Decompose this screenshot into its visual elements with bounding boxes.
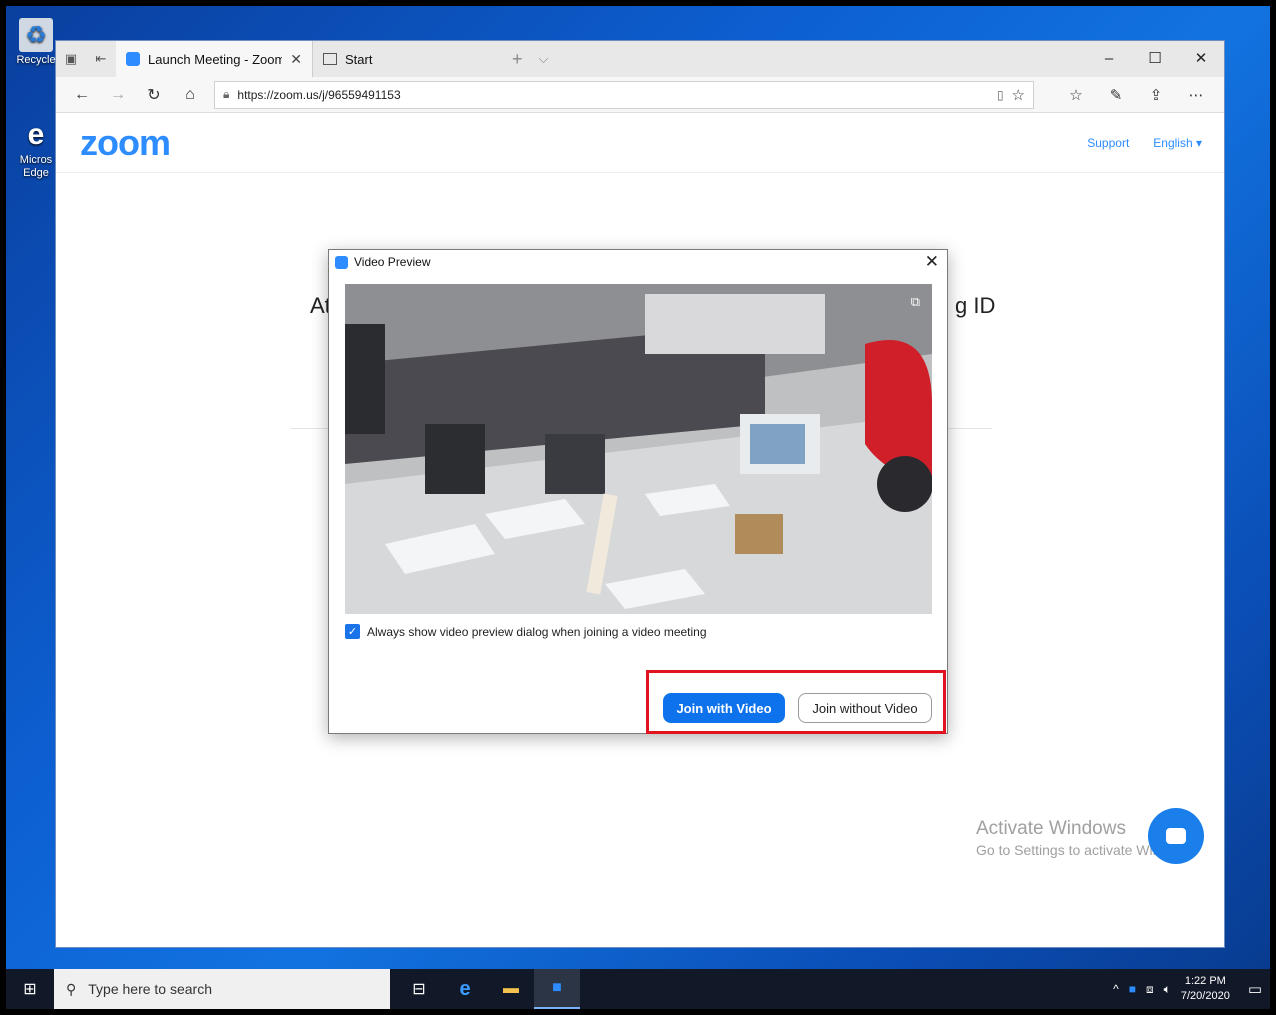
dialog-titlebar: Video Preview ✕ — [329, 250, 947, 274]
language-dropdown[interactable]: English ▾ — [1153, 136, 1202, 150]
network-icon[interactable]: ⧈ — [1146, 982, 1154, 997]
taskbar-search-box[interactable]: ⚲ Type here to search — [54, 969, 390, 1009]
back-button[interactable]: ← — [64, 86, 100, 104]
switch-camera-icon[interactable]: ⧉ — [911, 294, 920, 310]
video-preview-dialog: Video Preview ✕ ⧉ ✓ Always show video pr… — [328, 249, 948, 734]
pen-icon[interactable]: ✎ — [1098, 86, 1134, 104]
tab-launch-meeting[interactable]: Launch Meeting - Zoom ✕ — [116, 41, 312, 77]
zoom-tray-icon[interactable]: ■ — [1129, 982, 1136, 996]
favorites-icon[interactable]: ☆ — [1058, 86, 1094, 104]
new-tab-button[interactable]: + — [504, 49, 531, 70]
dialog-title: Video Preview — [354, 255, 431, 269]
reading-view-icon[interactable]: ▯ — [997, 88, 1004, 102]
camera-preview: ⧉ — [345, 284, 932, 614]
system-tray: ^ ■ ⧈ 🔈︎ 1:22 PM 7/20/2020 ▭ — [1113, 969, 1270, 1009]
set-aside-tabs-icon[interactable]: ⇤ — [86, 51, 116, 67]
notification-icon[interactable]: ▭ — [1248, 980, 1262, 998]
taskbar-apps: ⊟ e ▬ ■ — [396, 969, 580, 1009]
edge-icon: e — [27, 118, 45, 151]
volume-icon[interactable]: 🔈︎ — [1164, 982, 1171, 997]
edge-taskbar-icon[interactable]: e — [442, 969, 488, 1009]
home-button[interactable]: ⌂ — [172, 86, 208, 104]
checkbox-label: Always show video preview dialog when jo… — [367, 624, 707, 639]
share-icon[interactable]: ⇪ — [1138, 86, 1174, 104]
chat-icon — [1166, 828, 1186, 844]
address-bar-row: ← → ↻ ⌂ 🔒︎ https://zoom.us/j/96559491153… — [56, 77, 1224, 113]
address-input[interactable]: 🔒︎ https://zoom.us/j/96559491153 ▯ ☆ — [214, 80, 1034, 109]
tray-chevron-up-icon[interactable]: ^ — [1113, 982, 1119, 996]
camera-preview-image — [345, 284, 932, 614]
lock-icon: 🔒︎ — [223, 87, 230, 101]
forward-button[interactable]: → — [100, 86, 136, 104]
search-placeholder: Type here to search — [88, 981, 213, 997]
desktop-icon-label: Recycle — [16, 54, 56, 66]
zoom-app-icon — [335, 255, 348, 269]
dialog-close-icon[interactable]: ✕ — [925, 252, 939, 272]
zoom-header: zoom Support English ▾ — [56, 113, 1224, 173]
close-tab-icon[interactable]: ✕ — [290, 51, 302, 68]
close-window-button[interactable]: ✕ — [1178, 41, 1224, 77]
tab-start[interactable]: Start — [312, 41, 504, 77]
url-text: https://zoom.us/j/96559491153 — [237, 87, 401, 102]
always-show-preview-checkbox[interactable]: ✓ — [345, 624, 360, 639]
chat-help-button[interactable] — [1148, 808, 1204, 864]
tab-preview-icon[interactable]: ▣ — [56, 51, 86, 67]
more-icon[interactable]: ⋯ — [1178, 86, 1214, 104]
window-controls: – ☐ ✕ — [1086, 41, 1224, 77]
minimize-button[interactable]: – — [1086, 41, 1132, 77]
tab-list-chevron-icon[interactable]: ⌵ — [531, 51, 557, 67]
annotation-highlight-box — [646, 670, 946, 734]
taskbar: ⊞ ⚲ Type here to search ⊟ e ▬ ■ ^ ■ ⧈ 🔈︎… — [6, 969, 1270, 1009]
desktop-icon-label: Micros Edge — [19, 154, 53, 179]
zoom-logo[interactable]: zoom — [80, 122, 171, 164]
always-show-preview-row: ✓ Always show video preview dialog when … — [345, 624, 707, 639]
start-favicon-icon — [323, 53, 337, 65]
support-link[interactable]: Support — [1087, 136, 1129, 150]
page-text-right: g ID — [955, 293, 996, 318]
recycle-bin-icon: ♻ — [19, 18, 53, 52]
zoom-taskbar-icon[interactable]: ■ — [534, 969, 580, 1009]
tab-bar: ▣ ⇤ Launch Meeting - Zoom ✕ Start + ⌵ – … — [56, 41, 1224, 77]
tab-title: Start — [345, 51, 373, 67]
task-view-icon[interactable]: ⊟ — [396, 969, 442, 1009]
maximize-button[interactable]: ☐ — [1132, 41, 1178, 77]
tab-title: Launch Meeting - Zoom — [148, 51, 283, 67]
clock[interactable]: 1:22 PM 7/20/2020 — [1181, 974, 1230, 1004]
start-button[interactable]: ⊞ — [6, 969, 54, 1009]
file-explorer-icon[interactable]: ▬ — [488, 969, 534, 1009]
refresh-button[interactable]: ↻ — [136, 85, 172, 105]
clock-date: 7/20/2020 — [1180, 990, 1230, 1002]
clock-time: 1:22 PM — [1184, 975, 1226, 987]
zoom-favicon-icon — [126, 52, 140, 66]
search-icon: ⚲ — [66, 980, 77, 997]
browser-toolbar: ☆ ✎ ⇪ ⋯ — [1058, 86, 1214, 104]
header-links: Support English ▾ — [1087, 136, 1202, 150]
favorite-star-icon[interactable]: ☆ — [1012, 86, 1025, 104]
